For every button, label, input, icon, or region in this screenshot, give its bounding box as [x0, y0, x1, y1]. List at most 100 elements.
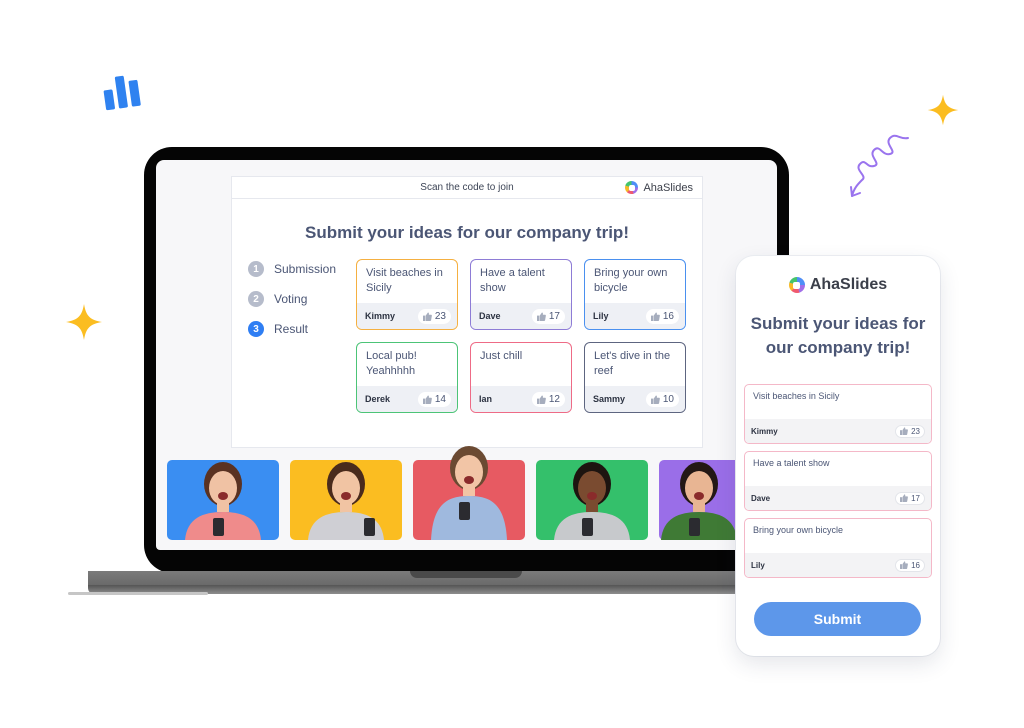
step-submission[interactable]: 1 Submission — [248, 261, 336, 277]
like-count: 16 — [662, 310, 674, 322]
idea-card[interactable]: Visit beaches in Sicily Kimmy 23 — [356, 259, 458, 330]
slide-header: Scan the code to join AhaSlides — [232, 177, 702, 199]
sparkle-star-icon — [927, 94, 959, 126]
idea-card-footer: Derek 14 — [357, 386, 457, 412]
step-list: 1 Submission 2 Voting 3 Result — [248, 261, 336, 351]
idea-text: Have a talent show — [480, 267, 545, 294]
thumbs-up-icon — [900, 494, 908, 502]
phone-idea-card[interactable]: Have a talent show Dave 17 — [744, 451, 932, 511]
idea-card-footer: Lily 16 — [745, 553, 931, 577]
like-count-badge[interactable]: 10 — [645, 391, 679, 407]
step-result[interactable]: 3 Result — [248, 321, 336, 337]
idea-card-footer: Kimmy 23 — [745, 419, 931, 443]
slide-title: Submit your ideas for our company trip! — [305, 223, 629, 242]
idea-text: Bring your own bicycle — [594, 267, 668, 294]
idea-card[interactable]: Bring your own bicycle Lily 16 — [584, 259, 686, 330]
idea-card[interactable]: Local pub! Yeahhhhh Derek 14 — [356, 342, 458, 413]
idea-text: Have a talent show — [753, 458, 830, 468]
like-count: 17 — [911, 493, 920, 503]
idea-card-footer: Kimmy 23 — [357, 303, 457, 329]
participant-photo — [167, 460, 279, 540]
person-silhouette — [308, 462, 384, 540]
step-label: Voting — [274, 292, 308, 306]
step-label: Result — [274, 322, 309, 336]
idea-author: Dave — [751, 493, 771, 503]
join-instruction: Scan the code to join — [420, 182, 514, 193]
idea-card-footer: Ian 12 — [471, 386, 571, 412]
idea-author: Lily — [593, 311, 609, 321]
phone-idea-list: Visit beaches in Sicily Kimmy 23 Have a ta… — [744, 384, 932, 585]
thumbs-up-icon — [650, 394, 660, 404]
idea-author: Lily — [751, 560, 765, 570]
like-count: 17 — [548, 310, 560, 322]
ahaslides-logo-icon — [788, 277, 805, 293]
phone-idea-card[interactable]: Bring your own bicycle Lily 16 — [744, 518, 932, 578]
idea-text: Visit beaches in Sicily — [366, 267, 443, 294]
thumbs-up-icon — [422, 394, 432, 404]
like-button[interactable]: 16 — [895, 558, 925, 572]
idea-author: Ian — [479, 394, 493, 404]
idea-text: Visit beaches in Sicily — [753, 391, 840, 401]
step-number: 3 — [248, 321, 264, 337]
bar-chart-icon — [103, 75, 141, 111]
thumbs-up-icon — [536, 311, 546, 321]
sparkle-star-icon — [66, 304, 102, 340]
ahaslides-logo-icon — [625, 181, 639, 194]
idea-text: Local pub! Yeahhhhh — [366, 350, 417, 377]
participant-photo-strip — [167, 446, 739, 540]
idea-author: Dave — [479, 311, 501, 321]
submit-button[interactable]: Submit — [754, 602, 921, 636]
phone-mockup: AhaSlides Submit your ideas for our comp… — [736, 256, 940, 656]
idea-card[interactable]: Have a talent show Dave 17 — [470, 259, 572, 330]
thumbs-up-icon — [422, 311, 432, 321]
participant-photo — [413, 446, 525, 540]
phone-idea-card[interactable]: Visit beaches in Sicily Kimmy 23 — [744, 384, 932, 444]
idea-card[interactable]: Let's dive in the reef Sammy 10 — [584, 342, 686, 413]
like-button[interactable]: 17 — [895, 491, 925, 505]
like-count: 10 — [662, 393, 674, 405]
idea-author: Sammy — [593, 394, 626, 404]
idea-card-footer: Dave 17 — [471, 303, 571, 329]
person-silhouette — [185, 462, 261, 540]
idea-text: Let's dive in the reef — [594, 350, 671, 377]
thumbs-up-icon — [900, 561, 908, 569]
phone-brand-logo: AhaSlides — [736, 276, 940, 294]
like-count: 16 — [911, 560, 920, 570]
step-number: 1 — [248, 261, 264, 277]
participant-photo — [659, 460, 739, 540]
phone-title: Submit your ideas for our company trip! — [750, 314, 926, 357]
like-count: 23 — [911, 426, 920, 436]
idea-text: Just chill — [480, 350, 523, 362]
idea-card-footer: Lily 16 — [585, 303, 685, 329]
like-count: 14 — [434, 393, 446, 405]
person-silhouette — [554, 462, 630, 540]
like-button[interactable]: 23 — [895, 424, 925, 438]
thumbs-up-icon — [900, 427, 908, 435]
step-voting[interactable]: 2 Voting — [248, 291, 336, 307]
person-silhouette — [431, 446, 507, 540]
idea-text: Bring your own bicycle — [753, 525, 844, 535]
idea-card[interactable]: Just chill Ian 12 — [470, 342, 572, 413]
like-count-badge[interactable]: 12 — [531, 391, 565, 407]
brand-logo: AhaSlides — [625, 181, 693, 194]
idea-card-footer: Dave 17 — [745, 486, 931, 510]
spiral-arrow-icon — [850, 134, 909, 197]
laptop-notch — [410, 571, 522, 578]
brand-name: AhaSlides — [809, 276, 888, 293]
like-count-badge[interactable]: 23 — [417, 308, 451, 324]
presentation-slide: Scan the code to join AhaSlides Submit y… — [231, 176, 703, 448]
like-count-badge[interactable]: 17 — [531, 308, 565, 324]
laptop-shadow — [68, 592, 208, 595]
idea-author: Derek — [365, 394, 391, 404]
like-count: 23 — [434, 310, 446, 322]
brand-name: AhaSlides — [643, 181, 693, 194]
idea-grid: Visit beaches in Sicily Kimmy 23 Have a ta… — [356, 259, 686, 413]
idea-author: Kimmy — [751, 426, 778, 436]
idea-author: Kimmy — [365, 311, 396, 321]
step-label: Submission — [274, 262, 337, 276]
step-number: 2 — [248, 291, 264, 307]
like-count-badge[interactable]: 14 — [417, 391, 451, 407]
idea-card-footer: Sammy 10 — [585, 386, 685, 412]
like-count-badge[interactable]: 16 — [645, 308, 679, 324]
thumbs-up-icon — [536, 394, 546, 404]
